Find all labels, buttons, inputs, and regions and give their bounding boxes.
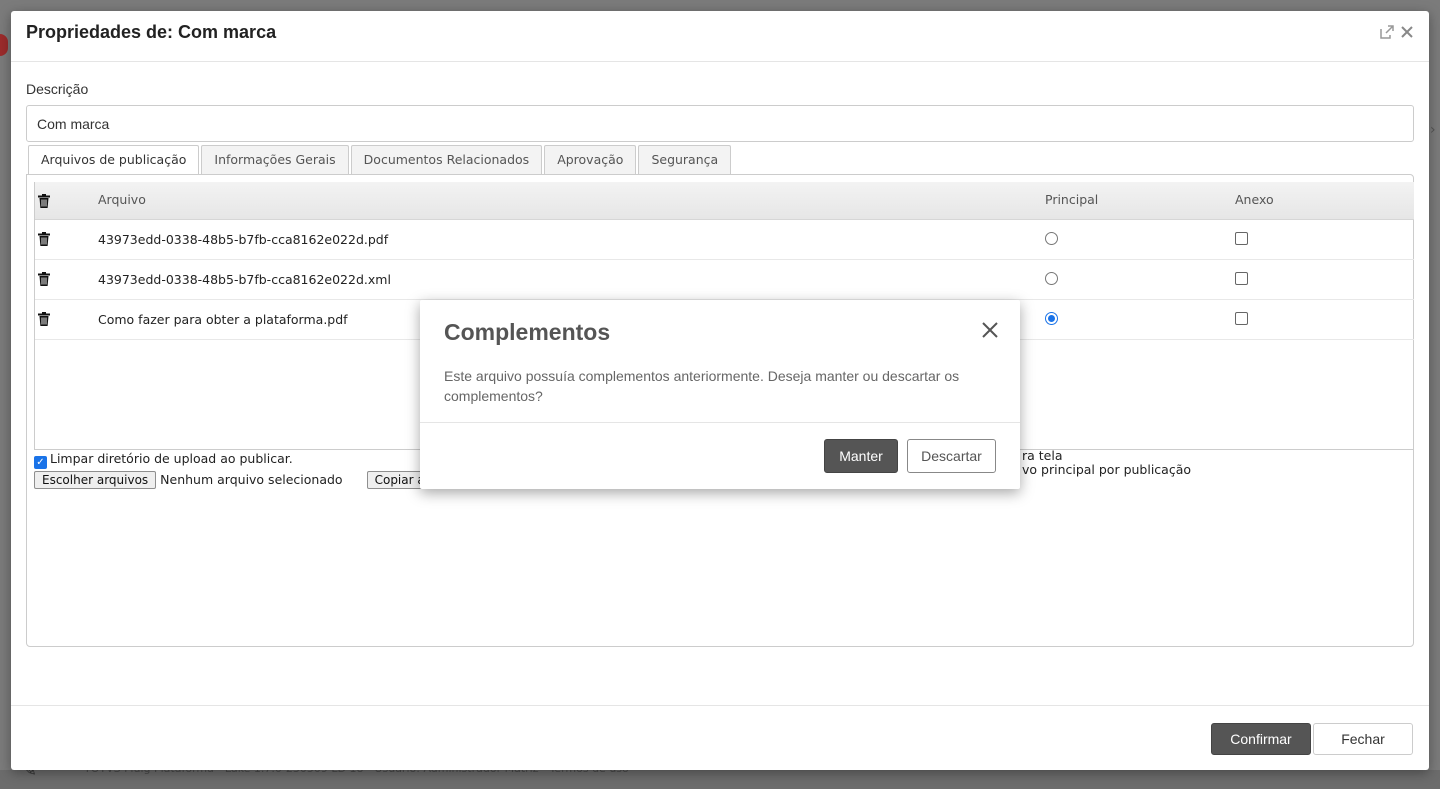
anexo-checkbox[interactable] [1235,312,1248,325]
clear-upload-dir-label: Limpar diretório de upload ao publicar. [50,451,293,466]
trash-icon[interactable] [38,272,52,286]
dialog-divider [420,422,1020,423]
no-file-selected-text: Nenhum arquivo selecionado [160,472,343,487]
clear-upload-dir-checkbox[interactable]: ✓ [34,456,47,469]
modal-footer: Confirmar Fechar [11,705,1429,770]
close-icon[interactable] [1399,25,1415,41]
tab-approval[interactable]: Aprovação [544,145,637,174]
modal-header-actions [1379,25,1415,41]
trash-icon[interactable] [38,232,52,246]
confirm-button[interactable]: Confirmar [1211,723,1311,755]
anexo-checkbox[interactable] [1235,232,1248,245]
principal-radio[interactable] [1045,232,1058,245]
tab-general-info[interactable]: Informações Gerais [201,145,349,174]
keep-button[interactable]: Manter [824,439,898,473]
table-row: 43973edd-0338-48b5-b7fb-cca8162e022d.xml [35,260,1414,300]
modal-header: Propriedades de: Com marca [11,11,1429,62]
file-name: 43973edd-0338-48b5-b7fb-cca8162e022d.xml [98,272,391,287]
principal-radio[interactable] [1045,312,1058,325]
file-name: Como fazer para obter a plataforma.pdf [98,312,348,327]
complements-dialog: Complementos Este arquivo possuía comple… [420,300,1020,489]
dialog-message: Este arquivo possuía complementos anteri… [444,368,960,404]
trash-icon[interactable] [38,312,52,326]
choose-files-button[interactable]: Escolher arquivos [34,471,157,489]
trash-all-icon[interactable] [38,194,52,208]
tab-bar: Arquivos de publicação Informações Gerai… [28,145,732,175]
modal-title: Propriedades de: Com marca [26,22,277,42]
popout-icon[interactable] [1379,25,1395,41]
column-header-principal: Principal [1045,192,1099,207]
right-options: ra tela vo principal por publicação [1022,449,1191,477]
close-button[interactable]: Fechar [1313,723,1413,755]
close-icon[interactable] [980,320,1000,340]
tab-publication-files[interactable]: Arquivos de publicação [28,145,200,175]
background-scroll-indicator: › [1430,122,1436,138]
column-header-anexo: Anexo [1235,192,1274,207]
tab-related-documents[interactable]: Documentos Relacionados [350,145,543,174]
upload-options: ✓ Limpar diretório de upload ao publicar.… [34,451,480,489]
anexo-checkbox[interactable] [1235,272,1248,285]
right-option-1: ra tela [1022,448,1063,463]
right-option-2: vo principal por publicação [1022,462,1192,477]
dialog-title: Complementos [444,319,611,345]
tab-security[interactable]: Segurança [638,145,732,174]
description-label: Descrição [26,81,89,97]
grid-header: Arquivo Principal Anexo [35,182,1414,220]
principal-radio[interactable] [1045,272,1058,285]
discard-button[interactable]: Descartar [907,439,996,473]
file-name: 43973edd-0338-48b5-b7fb-cca8162e022d.pdf [98,232,389,247]
column-header-file: Arquivo [98,192,146,207]
background-brand-mark [0,34,8,56]
description-input[interactable] [26,105,1414,142]
table-row: 43973edd-0338-48b5-b7fb-cca8162e022d.pdf [35,220,1414,260]
